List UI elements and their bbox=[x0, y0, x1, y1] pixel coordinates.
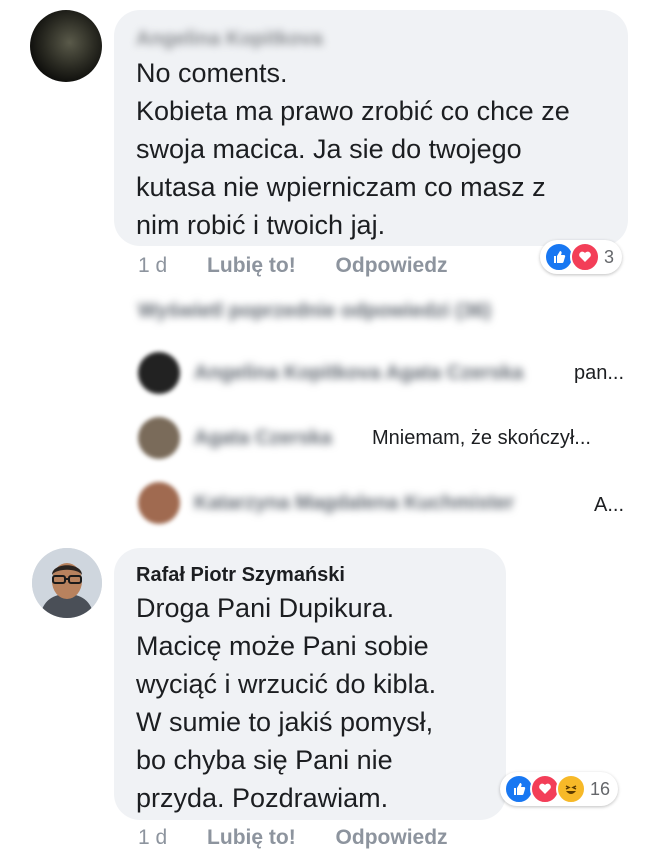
comment-author[interactable]: Angelina Kopitkova bbox=[136, 28, 323, 51]
love-reaction-icon bbox=[570, 242, 600, 272]
reply-link[interactable]: Odpowiedz bbox=[336, 254, 448, 277]
comment-line: No coments. bbox=[136, 58, 288, 88]
comment-actions: 1 d Lubię to! Odpowiedz bbox=[138, 826, 448, 850]
comment-line: W sumie to jakiś pomysł, bbox=[136, 707, 434, 737]
avatar[interactable] bbox=[32, 548, 102, 618]
reactions-summary[interactable]: 16 bbox=[500, 772, 619, 806]
like-link[interactable]: Lubię to! bbox=[207, 254, 296, 277]
like-link[interactable]: Lubię to! bbox=[207, 826, 296, 849]
comment-line: nim robić i twoich jaj. bbox=[136, 210, 386, 240]
avatar[interactable] bbox=[138, 417, 180, 459]
reply-row[interactable]: Angelina Kopitkova Agata Czerska bbox=[138, 350, 523, 396]
reply-author[interactable]: Agata Czerska bbox=[194, 427, 332, 450]
reply-snippet: pan... bbox=[574, 362, 625, 384]
reply-snippet: A... bbox=[594, 494, 625, 516]
reply-author[interactable]: Katarzyna Magdalena Kuchmister bbox=[194, 492, 514, 515]
haha-reaction-icon bbox=[556, 774, 586, 804]
avatar[interactable] bbox=[138, 482, 180, 524]
reply-author[interactable]: Angelina Kopitkova Agata Czerska bbox=[194, 362, 523, 385]
comment-time[interactable]: 1 d bbox=[138, 826, 167, 849]
comment-author[interactable]: Rafał Piotr Szymański bbox=[136, 564, 345, 587]
comment-line: swoja macica. Ja sie do twojego bbox=[136, 134, 522, 164]
comment-line: Macicę może Pani sobie bbox=[136, 631, 429, 661]
comment-actions: 1 d Lubię to! Odpowiedz bbox=[138, 254, 448, 278]
comment-text: No coments. Kobieta ma prawo zrobić co c… bbox=[136, 54, 570, 244]
profile-photo-icon bbox=[32, 548, 102, 618]
comment-line: bo chyba się Pani nie bbox=[136, 745, 393, 775]
comment-line: kutasa nie wpierniczam co masz z bbox=[136, 172, 546, 202]
comment-line: Kobieta ma prawo zrobić co chce ze bbox=[136, 96, 570, 126]
comment-line: Droga Pani Dupikura. bbox=[136, 593, 395, 623]
reply-row[interactable]: Agata Czerska bbox=[138, 415, 332, 461]
reaction-count: 3 bbox=[604, 246, 615, 267]
reaction-count: 16 bbox=[590, 778, 611, 799]
comment-text: Droga Pani Dupikura. Macicę może Pani so… bbox=[136, 589, 436, 817]
reactions-summary[interactable]: 3 bbox=[540, 240, 623, 274]
avatar[interactable] bbox=[30, 10, 102, 82]
reply-snippet: Mniemam, że skończył... bbox=[372, 427, 591, 449]
comment-line: przyda. Pozdrawiam. bbox=[136, 783, 389, 813]
comment-line: wyciąć i wrzucić do kibla. bbox=[136, 669, 437, 699]
reply-link[interactable]: Odpowiedz bbox=[336, 826, 448, 849]
view-previous-replies-link[interactable]: Wyświetl poprzednie odpowiedzi (36) bbox=[138, 300, 491, 323]
reply-row[interactable]: Katarzyna Magdalena Kuchmister bbox=[138, 480, 514, 526]
avatar[interactable] bbox=[138, 352, 180, 394]
comment-time[interactable]: 1 d bbox=[138, 254, 167, 277]
